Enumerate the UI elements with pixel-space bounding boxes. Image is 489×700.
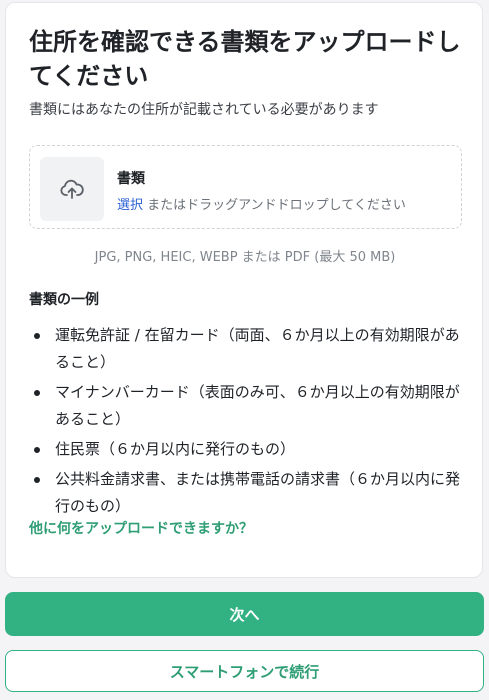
list-item: 住民票（６か月以内に発行のもの）: [29, 436, 469, 463]
next-button[interactable]: 次へ: [5, 592, 484, 636]
bullet-icon: [34, 447, 40, 453]
upload-icon-box[interactable]: [40, 157, 104, 221]
page-subtitle: 書類にはあなたの住所が記載されている必要があります: [29, 102, 379, 118]
page-title: 住所を確認できる書類をアップロードしてください: [29, 28, 461, 90]
examples-list: 運転免許証 / 在留カード（両面、６か月以上の有効期限があること） マイナンバー…: [29, 322, 469, 523]
bullet-icon: [34, 477, 40, 483]
examples-heading: 書類の一例: [29, 292, 99, 308]
select-file-link[interactable]: 選択: [117, 198, 143, 213]
dropzone-instructions: 選択 またはドラッグアンドドロップしてください: [117, 194, 406, 213]
accepted-formats: JPG, PNG, HEIC, WEBP または PDF (最大 50 MB): [94, 250, 396, 265]
list-item-text: マイナンバーカード（表面のみ可、６か月以上の有効期限があること）: [55, 383, 460, 428]
continue-on-phone-button[interactable]: スマートフォンで続行: [5, 650, 484, 692]
cloud-upload-icon: [60, 179, 84, 199]
list-item-text: 住民票（６か月以内に発行のもの）: [55, 440, 296, 458]
list-item: 公共料金請求書、または携帯電話の請求書（６か月以内に発行のもの）: [29, 466, 469, 520]
bullet-icon: [34, 333, 40, 339]
list-item-text: 公共料金請求書、または携帯電話の請求書（６か月以内に発行のもの）: [55, 470, 461, 515]
bullet-icon: [34, 390, 40, 396]
dropzone-hint: またはドラッグアンドドロップしてください: [143, 198, 406, 213]
file-dropzone[interactable]: 書類 選択 またはドラッグアンドドロップしてください: [29, 145, 462, 229]
list-item: マイナンバーカード（表面のみ可、６か月以上の有効期限があること）: [29, 379, 469, 433]
list-item-text: 運転免許証 / 在留カード（両面、６か月以上の有効期限があること）: [55, 326, 460, 371]
list-item: 運転免許証 / 在留カード（両面、６か月以上の有効期限があること）: [29, 322, 469, 376]
dropzone-title: 書類: [117, 171, 145, 187]
upload-card: 住所を確認できる書類をアップロードしてください 書類にはあなたの住所が記載されて…: [5, 2, 483, 578]
what-can-i-upload-link[interactable]: 他に何をアップロードできますか？: [29, 518, 253, 538]
